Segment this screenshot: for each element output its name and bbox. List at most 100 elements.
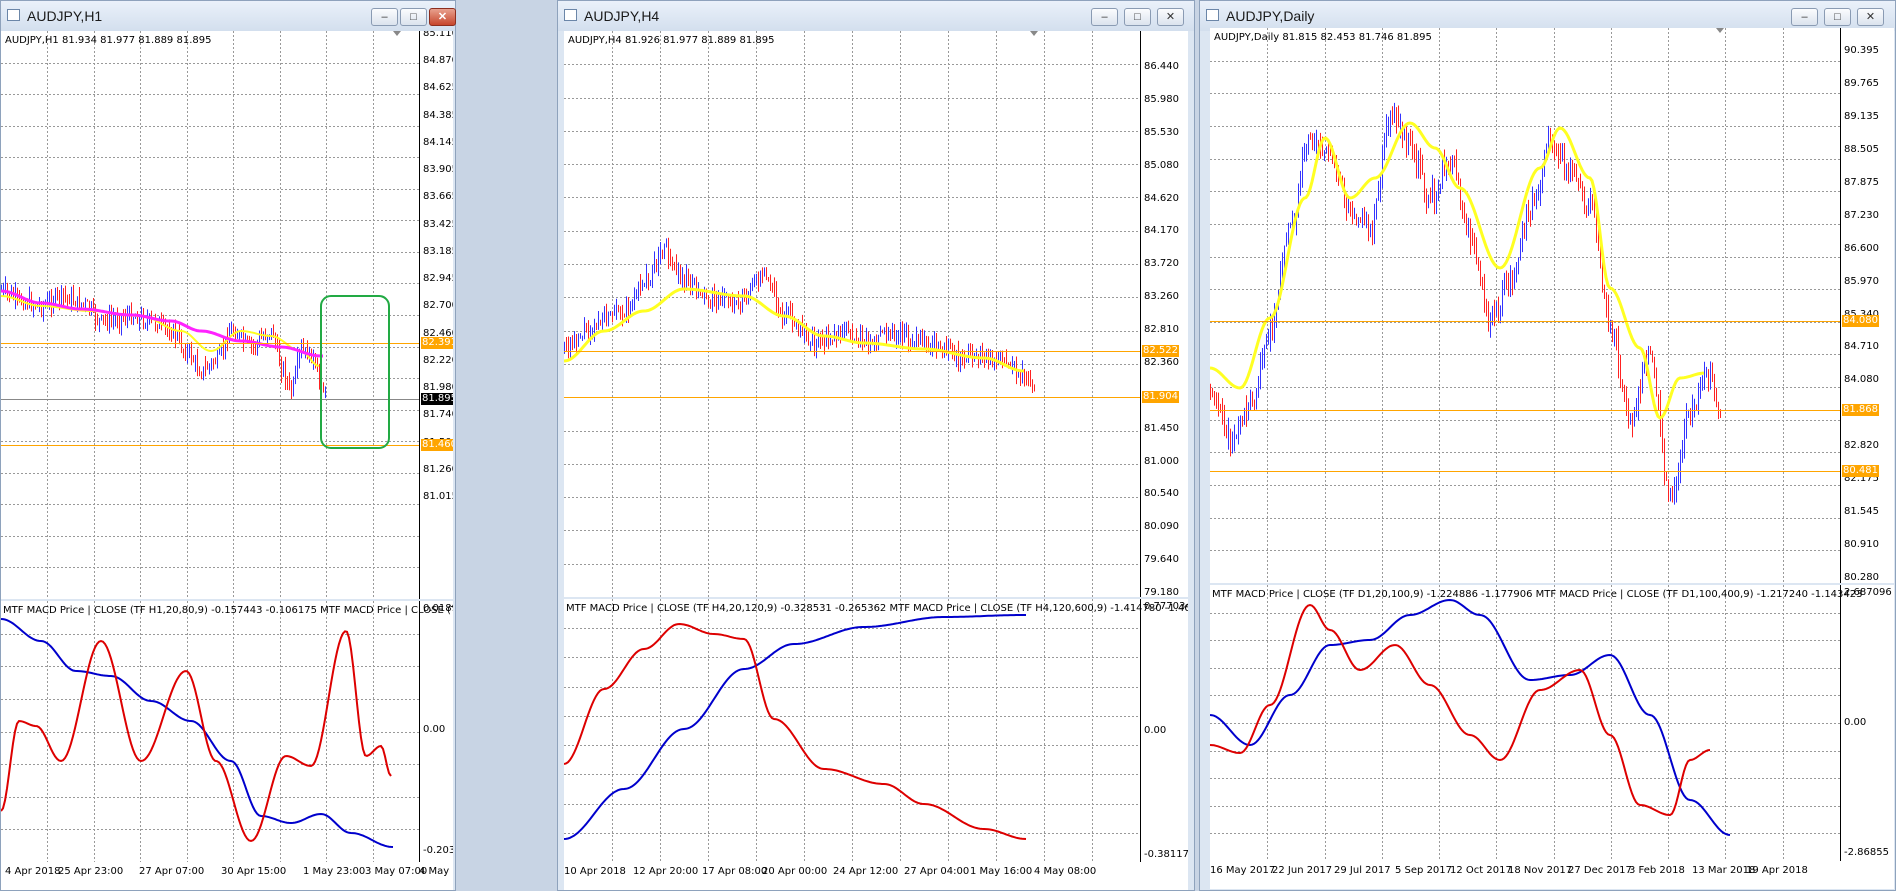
price-scale-label: 82.820 [1844,440,1879,452]
macd-label: MTF MACD Price | CLOSE (TF H1,20,80,9) -… [3,605,453,616]
macd-label: MTF MACD Price | CLOSE (TF H4,20,120,9) … [566,603,1188,614]
price-scale-label: 84.870 [423,55,453,67]
time-axis-label: 4 May 15:00 [419,866,453,877]
close-button[interactable]: ✕ [1157,8,1184,26]
chart-shift-marker [1716,28,1724,33]
price-scale-label: 90.395 [1844,45,1879,56]
price-scale-label: 80.280 [1844,572,1879,583]
macd-main-line [564,622,1027,840]
time-axis-label: 12 Oct 2017 [1450,865,1512,876]
macd-pane[interactable]: MTF MACD Price | CLOSE (TF H1,20,80,9) -… [1,601,453,862]
macd-signal-line [564,614,1026,840]
price-scale-label: 82.360 [1144,356,1179,368]
price-scale-label: 80.910 [1844,539,1879,551]
price-scale-label: 81.450 [1144,422,1179,434]
price-scale-label: 83.185 [423,245,453,257]
window-titlebar[interactable]: AUDJPY,H1 – □ ✕ [1,1,456,31]
chart-window-icon [7,9,20,21]
chart-shift-marker [1030,31,1038,36]
price-scale-label: 88.505 [1844,143,1879,155]
chart-window-h1[interactable]: AUDJPY,H1 – □ ✕ AUDJPY,H1 81.934 81.977 … [0,0,456,891]
price-level-tag: 81.895 [421,393,453,405]
minimize-button[interactable]: – [1791,8,1818,26]
maximize-button[interactable]: □ [400,8,427,26]
price-scale-label: 0.00 [1144,725,1167,736]
macd-chart[interactable] [564,599,1188,862]
macd-pane[interactable]: MTF MACD Price | CLOSE (TF D1,20,100,9) … [1210,585,1894,861]
chart-header: AUDJPY,H1 81.934 81.977 81.889 81.895 [5,35,212,46]
price-scale-label: 84.385 [423,109,453,121]
time-axis-label: 20 Apr 00:00 [762,866,828,877]
price-scale-label: 84.080 [1844,374,1879,386]
price-scale-label: 89.765 [1844,77,1879,89]
price-scale-label: 79.180 [1144,587,1179,597]
price-scale-label: 2.687096 [1844,587,1892,598]
chart-header: AUDJPY,Daily 81.815 82.453 81.746 81.895 [1214,32,1432,43]
price-scale-label: 89.135 [1844,110,1879,122]
price-level-tag: 84.080 [1842,315,1879,327]
price-chart[interactable] [1,31,453,599]
window-title: AUDJPY,H1 [27,8,103,24]
price-scale-label: 81.015 [423,491,453,502]
time-axis-label: 3 May 07:00 [365,866,428,877]
time-axis-label: 30 Apr 15:00 [221,866,287,877]
price-scale-label: 84.625 [423,82,453,94]
chart-window-h4[interactable]: AUDJPY,H4 – □ ✕ AUDJPY,H4 81.926 81.977 … [557,0,1195,891]
time-axis-label: 16 May 2017 [1210,865,1276,876]
price-level-tag: 81.460 [421,439,453,451]
close-button[interactable]: ✕ [429,8,456,26]
price-chart[interactable] [1210,28,1894,583]
chart-shift-marker [393,31,401,36]
time-axis: 10 Apr 2018 12 Apr 20:00 17 Apr 08:00 20 Ap… [564,862,1188,890]
window-titlebar[interactable]: AUDJPY,H4 – □ ✕ [558,1,1194,31]
price-level-tag: 82.391 [421,337,453,349]
price-scale-label: -0.38117 [1144,849,1188,860]
close-button[interactable]: ✕ [1857,8,1884,26]
price-scale-label: 81.980 [423,382,453,394]
price-scale-label: 83.905 [423,164,453,176]
price-level-tag: 81.868 [1842,404,1879,416]
window-title: AUDJPY,H4 [584,8,660,24]
price-scale-label: 84.170 [1144,225,1179,237]
price-scale-label: 87.230 [1844,209,1879,221]
price-scale-label: 83.720 [1144,258,1179,270]
price-scale-label: 81.000 [1144,455,1179,467]
time-axis-label: 22 Jun 2017 [1272,865,1333,876]
price-scale-label: 85.530 [1144,126,1179,138]
macd-pane[interactable]: MTF MACD Price | CLOSE (TF H4,20,120,9) … [564,599,1188,862]
price-pane[interactable]: AUDJPY,H4 81.926 81.977 81.889 81.895 86… [564,31,1188,597]
macd-main-line [1,630,392,843]
macd-main-line [1210,603,1711,817]
time-axis-label: 17 Apr 08:00 [702,866,768,877]
time-axis-label: 5 Sep 2017 [1395,865,1453,876]
price-scale-label: 81.545 [1844,506,1879,518]
price-scale-label: 84.620 [1144,192,1179,204]
macd-chart[interactable] [1210,585,1894,861]
time-axis-label: 19 Apr 2018 [1746,865,1808,876]
price-pane[interactable]: AUDJPY,Daily 81.815 82.453 81.746 81.895… [1210,28,1894,583]
price-scale-label: 86.440 [1144,61,1179,72]
macd-chart[interactable] [1,601,453,862]
time-axis: 16 May 2017 22 Jun 2017 29 Jul 2017 5 Sep 2… [1210,861,1894,889]
price-pane[interactable]: AUDJPY,H1 81.934 81.977 81.889 81.895 85… [1,31,453,599]
price-chart[interactable] [564,31,1188,597]
price-scale-label: 85.970 [1844,275,1879,287]
time-axis-label: 29 Jul 2017 [1334,865,1391,876]
maximize-button[interactable]: □ [1824,8,1851,26]
price-scale-label: 79.640 [1144,554,1179,566]
time-axis-label: 24 Apr 12:00 [833,866,899,877]
price-scale-label: 87.875 [1844,176,1879,188]
maximize-button[interactable]: □ [1124,8,1151,26]
time-axis-label: 25 Apr 23:00 [58,866,124,877]
price-scale-label: 83.665 [423,191,453,203]
chart-window-daily[interactable]: AUDJPY,Daily – □ ✕ AUDJPY,Daily 81.815 8… [1199,0,1896,891]
window-titlebar[interactable]: AUDJPY,Daily – □ ✕ [1200,1,1895,31]
time-axis-label: 12 Apr 20:00 [633,866,699,877]
minimize-button[interactable]: – [371,8,398,26]
time-axis-label: 10 Apr 2018 [564,866,626,877]
macd-signal-line [1210,598,1731,836]
price-scale-label: 83.260 [1144,291,1179,303]
minimize-button[interactable]: – [1091,8,1118,26]
macd-label: MTF MACD Price | CLOSE (TF D1,20,100,9) … [1212,589,1863,600]
price-scale-label: 83.425 [423,218,453,230]
